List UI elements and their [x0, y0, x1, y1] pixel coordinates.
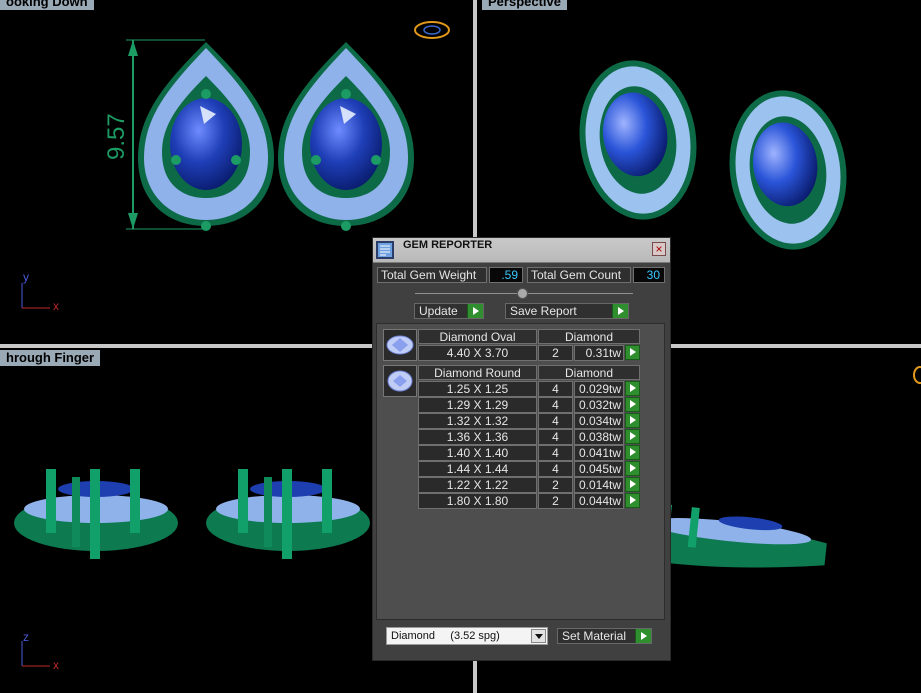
play-icon	[612, 304, 628, 318]
gem-size: 1.22 X 1.22	[418, 477, 537, 493]
gem-count: 4	[538, 461, 573, 477]
gem-size: 1.36 X 1.36	[418, 429, 537, 445]
chevron-down-icon[interactable]	[531, 629, 546, 643]
gem-weight: 0.31tw	[574, 345, 624, 361]
save-report-button[interactable]: Save Report	[505, 303, 629, 319]
gem-size: 4.40 X 3.70	[418, 345, 537, 361]
gem-size: 1.44 X 1.44	[418, 461, 537, 477]
select-gem-button[interactable]	[625, 397, 640, 412]
gem-count: 2	[538, 345, 573, 361]
material-select[interactable]: Diamond (3.52 spg)	[386, 627, 548, 645]
gem-weight: 0.032tw	[574, 397, 624, 413]
gem-size: 1.29 X 1.29	[418, 397, 537, 413]
gem-size: 1.80 X 1.80	[418, 493, 537, 509]
material-select-value: Diamond (3.52 spg)	[391, 630, 500, 642]
round-gem-icon[interactable]	[383, 365, 417, 397]
dimension-label: 9.57	[103, 113, 130, 160]
axis-x-label: x	[53, 299, 59, 313]
size-slider-thumb[interactable]	[517, 288, 528, 299]
total-gem-weight-value: .59	[489, 267, 523, 283]
save-report-label: Save Report	[510, 304, 577, 318]
axis-x-label: x	[53, 658, 59, 672]
select-gem-button[interactable]	[625, 429, 640, 444]
gem-count: 4	[538, 397, 573, 413]
gem-reporter-titlebar[interactable]: GEM REPORTER ×	[373, 238, 670, 263]
total-gem-weight-label: Total Gem Weight	[377, 267, 487, 283]
gem-weight: 0.038tw	[574, 429, 624, 445]
total-gem-count-label: Total Gem Count	[527, 267, 631, 283]
gem-weight: 0.029tw	[574, 381, 624, 397]
update-button[interactable]: Update	[414, 303, 484, 319]
group-material-header: Diamond	[538, 329, 640, 344]
play-icon	[635, 629, 651, 643]
group-name-header: Diamond Round	[418, 365, 537, 380]
gem-count: 2	[538, 493, 573, 509]
gem-weight: 0.034tw	[574, 413, 624, 429]
gem-weight: 0.014tw	[574, 477, 624, 493]
select-gem-button[interactable]	[625, 461, 640, 476]
gem-size: 1.40 X 1.40	[418, 445, 537, 461]
gem-size: 1.25 X 1.25	[418, 381, 537, 397]
gem-list[interactable]: Diamond Oval Diamond 4.40 X 3.70 2 0.31t…	[376, 323, 665, 620]
update-label: Update	[419, 304, 458, 318]
gem-reporter-panel: GEM REPORTER × Total Gem Weight .59 Tota…	[372, 237, 671, 661]
axis-z-label: z	[23, 630, 29, 644]
group-name-header: Diamond Oval	[418, 329, 537, 344]
gem-weight: 0.044tw	[574, 493, 624, 509]
gem-weight: 0.045tw	[574, 461, 624, 477]
gem-reporter-title: GEM REPORTER	[403, 239, 493, 251]
close-button[interactable]: ×	[652, 242, 666, 256]
gem-count: 4	[538, 413, 573, 429]
select-gem-button[interactable]	[625, 413, 640, 428]
select-gem-button[interactable]	[625, 445, 640, 460]
gem-count: 4	[538, 429, 573, 445]
gem-count: 4	[538, 381, 573, 397]
select-gem-button[interactable]	[625, 493, 640, 508]
play-icon	[467, 304, 483, 318]
gem-size: 1.32 X 1.32	[418, 413, 537, 429]
axis-y-label: y	[23, 270, 29, 284]
total-gem-count-value: 30	[633, 267, 665, 283]
gem-count: 2	[538, 477, 573, 493]
gem-weight: 0.041tw	[574, 445, 624, 461]
set-material-button[interactable]: Set Material	[557, 628, 652, 644]
oval-gem-icon[interactable]	[383, 329, 417, 361]
set-material-label: Set Material	[562, 629, 627, 643]
gem-reporter-icon	[376, 241, 394, 259]
select-gem-button[interactable]	[625, 477, 640, 492]
select-gem-button[interactable]	[625, 381, 640, 396]
group-material-header: Diamond	[538, 365, 640, 380]
gem-count: 4	[538, 445, 573, 461]
select-gem-button[interactable]	[625, 345, 640, 360]
